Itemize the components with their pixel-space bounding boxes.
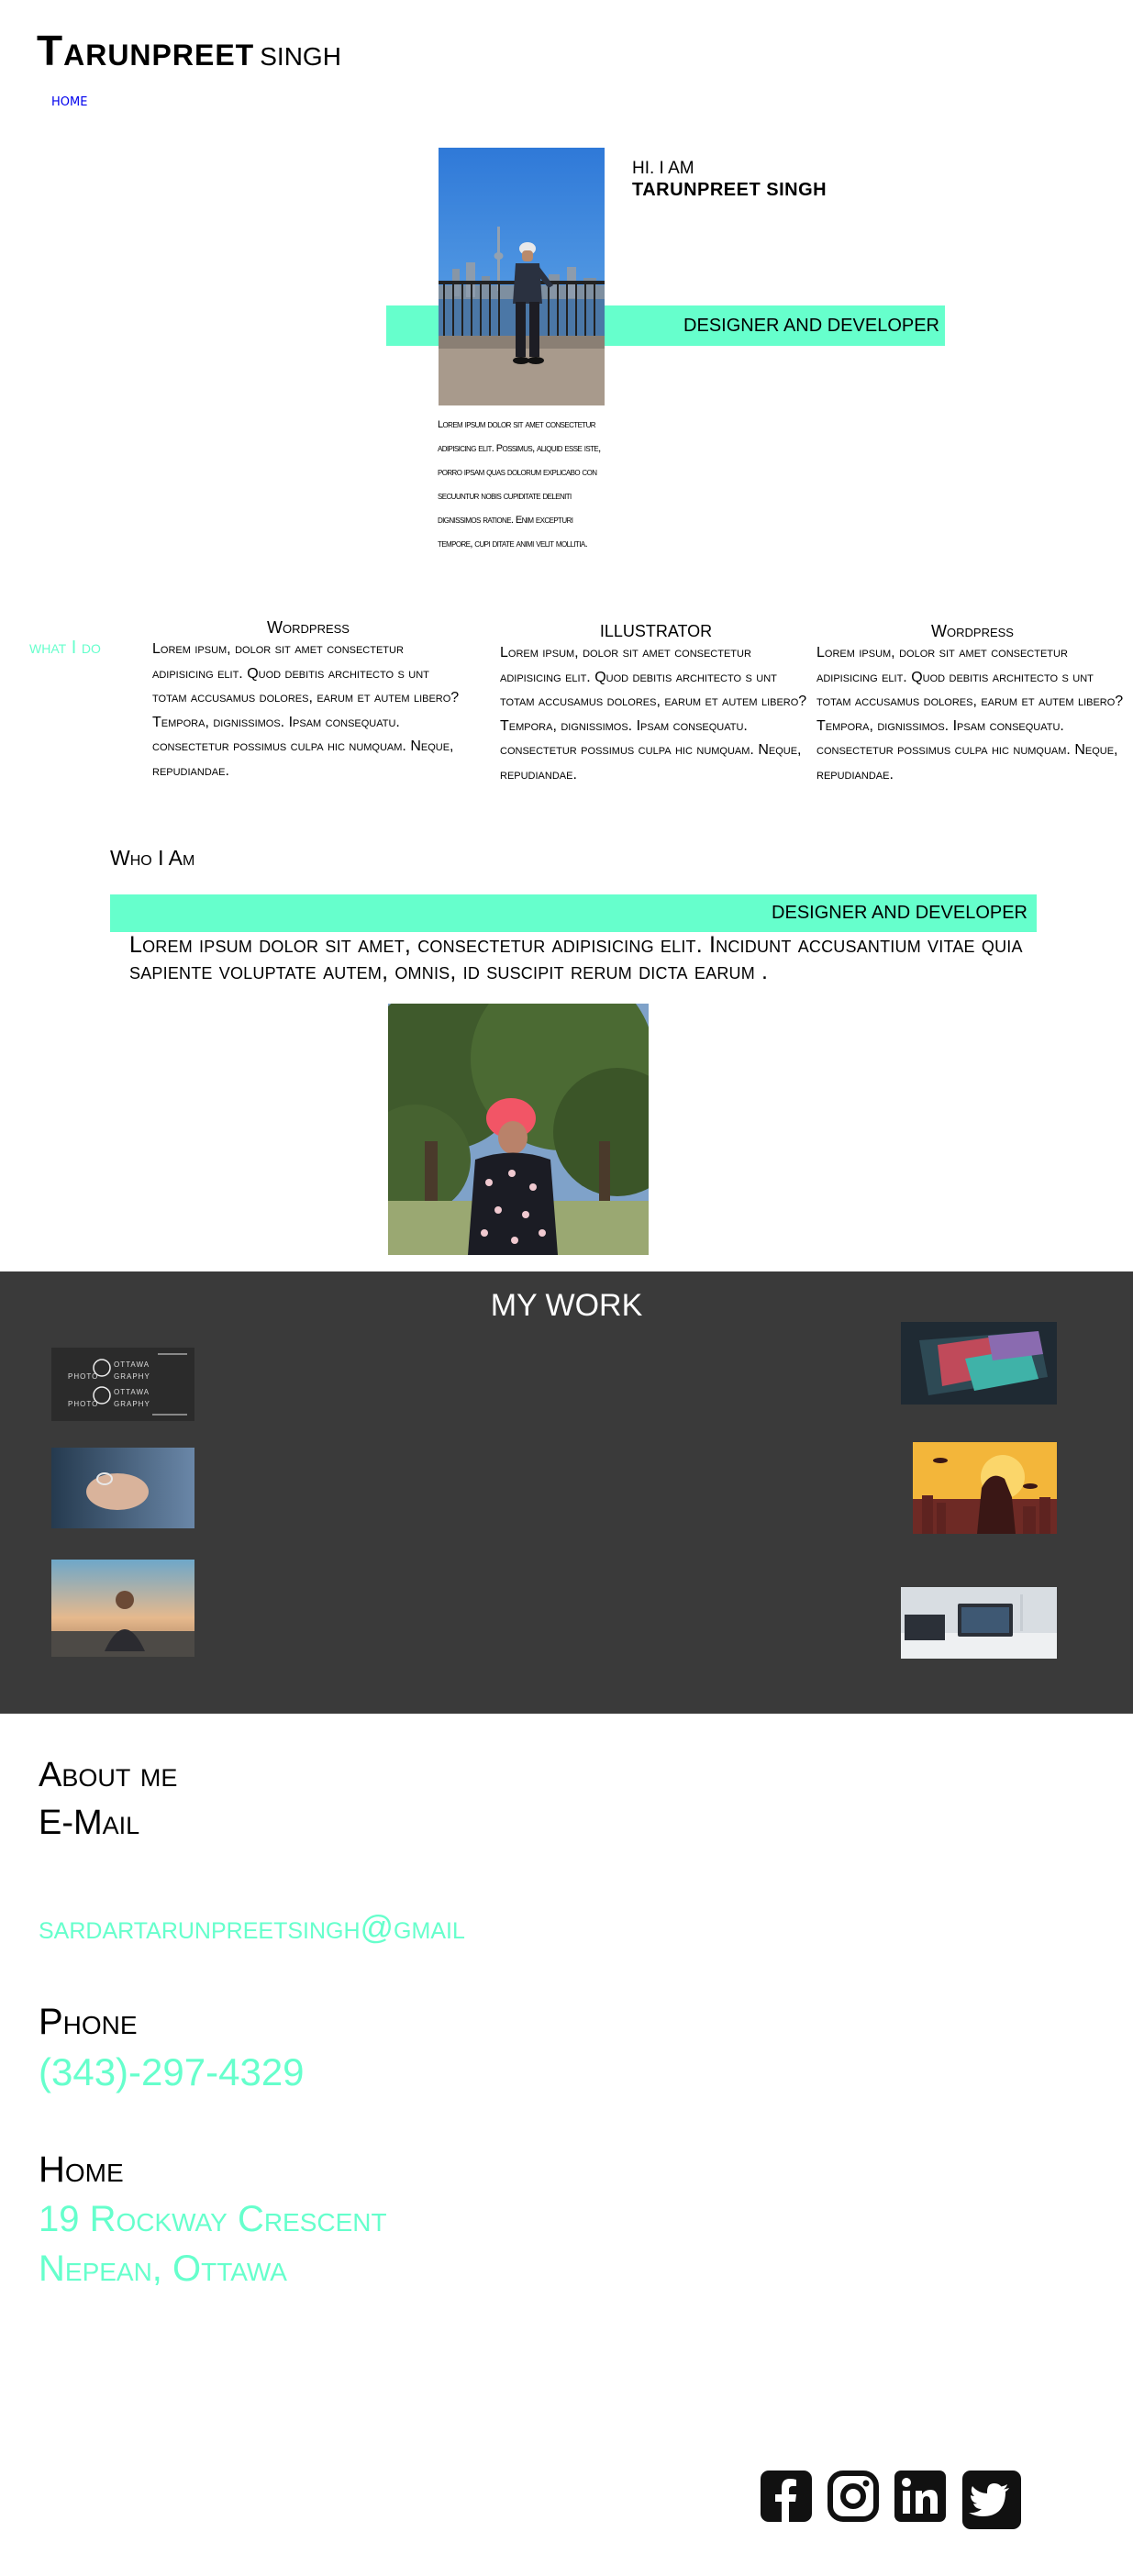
thumb-text: OTTAWA <box>114 1360 150 1369</box>
facebook-icon[interactable] <box>760 2470 813 2530</box>
service-body: Lorem ipsum, dolor sit amet consectetur … <box>816 645 1124 783</box>
thumb-text: PHOTO <box>68 1400 99 1408</box>
what-i-do-heading: what I do <box>29 638 101 658</box>
service-card: Wordpress Lorem ipsum, dolor sit amet co… <box>816 622 1128 787</box>
service-title: ILLUSTRATOR <box>599 622 713 640</box>
who-band-text: DESIGNER AND DEVELOPER <box>772 903 1027 923</box>
service-title: Wordpress <box>267 618 350 637</box>
address-line2: Nepean, Ottawa <box>39 2248 287 2289</box>
hero-paragraph: Lorem ipsum dolor sit amet consectetur a… <box>438 419 601 550</box>
work-thumb-photography[interactable]: OTTAWA PHOTO GRAPHY OTTAWA PHOTO GRAPHY <box>51 1348 194 1421</box>
service-title: Wordpress <box>931 622 1014 640</box>
thumb-text: GRAPHY <box>114 1372 150 1381</box>
service-body: Lorem ipsum, dolor sit amet consectetur … <box>152 641 460 779</box>
work-thumb-portrait[interactable] <box>51 1560 194 1657</box>
phone-value[interactable]: (343)-297-4329 <box>39 2050 305 2094</box>
address-line1: 19 Rockway Crescent <box>39 2199 387 2239</box>
site-title: Tarunpreet Singh <box>37 26 341 75</box>
work-thumb-cards[interactable] <box>901 1322 1057 1405</box>
work-thumb-godzilla[interactable] <box>913 1442 1057 1534</box>
hero-band-text: DESIGNER AND DEVELOPER <box>683 316 939 336</box>
thumb-text: PHOTO <box>68 1372 99 1381</box>
thumb-text: GRAPHY <box>114 1400 150 1408</box>
hero-greeting: HI. I AM <box>632 159 694 178</box>
work-thumb-workspace[interactable] <box>901 1587 1057 1659</box>
email-link[interactable]: sardartarunpreetsingh@gmail <box>39 1908 465 1947</box>
thumb-text: OTTAWA <box>114 1388 150 1396</box>
service-body: Lorem ipsum, dolor sit amet consectetur … <box>500 645 807 783</box>
nav-home-link[interactable]: HOME <box>51 95 87 109</box>
profile-photo <box>388 1004 649 1255</box>
service-card: ILLUSTRATOR Lorem ipsum, dolor sit amet … <box>500 622 812 787</box>
about-heading: About me <box>39 1756 178 1794</box>
who-paragraph: Lorem ipsum dolor sit amet, consectetur … <box>129 932 1023 984</box>
home-label: Home <box>39 2149 124 2190</box>
email-label: E-Mail <box>39 1804 140 1842</box>
linkedin-icon[interactable] <box>894 2470 947 2530</box>
work-thumb-ring[interactable] <box>51 1448 194 1528</box>
service-card: Wordpress Lorem ipsum, dolor sit amet co… <box>152 618 464 783</box>
site-title-first: Tarunpreet <box>37 27 255 74</box>
hero-name: TARUNPREET SINGH <box>632 180 828 200</box>
site-title-last: Singh <box>260 42 341 71</box>
who-i-am-heading: Who I Am <box>110 846 195 870</box>
twitter-icon[interactable] <box>961 2470 1022 2530</box>
phone-label: Phone <box>39 2002 138 2042</box>
hero-photo <box>439 148 605 405</box>
who-band: DESIGNER AND DEVELOPER <box>110 894 1037 932</box>
work-title: MY WORK <box>490 1288 643 1323</box>
instagram-icon[interactable] <box>827 2470 880 2530</box>
